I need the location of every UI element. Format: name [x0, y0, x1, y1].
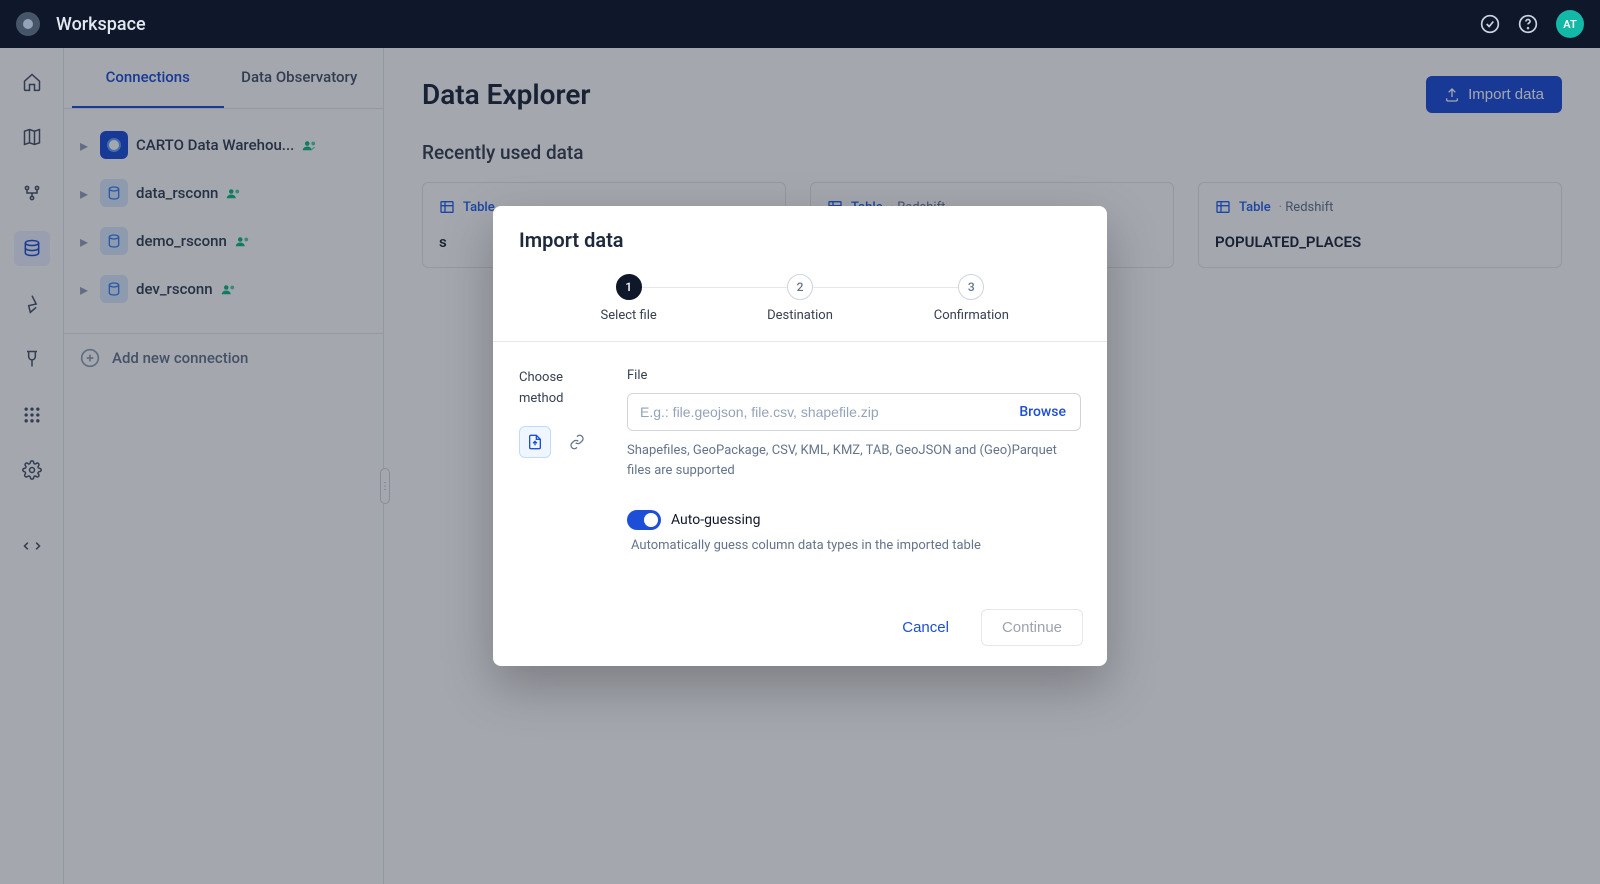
- step-select-file: 1 Select file: [543, 274, 714, 323]
- choose-method-label: Choose method: [519, 368, 599, 410]
- browse-button[interactable]: Browse: [1019, 404, 1066, 420]
- step-confirmation: 3 Confirmation: [886, 274, 1057, 323]
- step-destination: 2 Destination: [714, 274, 885, 323]
- topbar: Workspace AT: [0, 0, 1600, 48]
- workspace-title: Workspace: [56, 14, 146, 35]
- step-number: 1: [616, 274, 642, 300]
- cancel-button[interactable]: Cancel: [890, 611, 961, 644]
- step-number: 2: [787, 274, 813, 300]
- help-icon[interactable]: [1518, 14, 1538, 34]
- file-label: File: [627, 368, 1081, 383]
- file-upload-icon: [527, 434, 543, 450]
- import-data-modal: Import data 1 Select file 2 Destination …: [493, 206, 1107, 666]
- auto-guessing-label: Auto-guessing: [671, 512, 761, 528]
- step-label: Confirmation: [934, 308, 1009, 323]
- method-url-button[interactable]: [561, 426, 593, 458]
- link-icon: [569, 434, 585, 450]
- auto-guessing-hint: Automatically guess column data types in…: [631, 538, 1081, 553]
- step-label: Select file: [601, 308, 657, 323]
- auto-guessing-toggle[interactable]: [627, 510, 661, 530]
- brand-logo[interactable]: [16, 12, 40, 36]
- check-circle-icon[interactable]: [1480, 14, 1500, 34]
- continue-button[interactable]: Continue: [981, 609, 1083, 646]
- modal-title: Import data: [519, 228, 1081, 252]
- stepper: 1 Select file 2 Destination 3 Confirmati…: [493, 270, 1107, 341]
- avatar[interactable]: AT: [1556, 10, 1584, 38]
- method-file-button[interactable]: [519, 426, 551, 458]
- step-number: 3: [958, 274, 984, 300]
- file-format-hint: Shapefiles, GeoPackage, CSV, KML, KMZ, T…: [627, 441, 1081, 480]
- step-label: Destination: [767, 308, 833, 323]
- file-path-input[interactable]: [628, 394, 1019, 430]
